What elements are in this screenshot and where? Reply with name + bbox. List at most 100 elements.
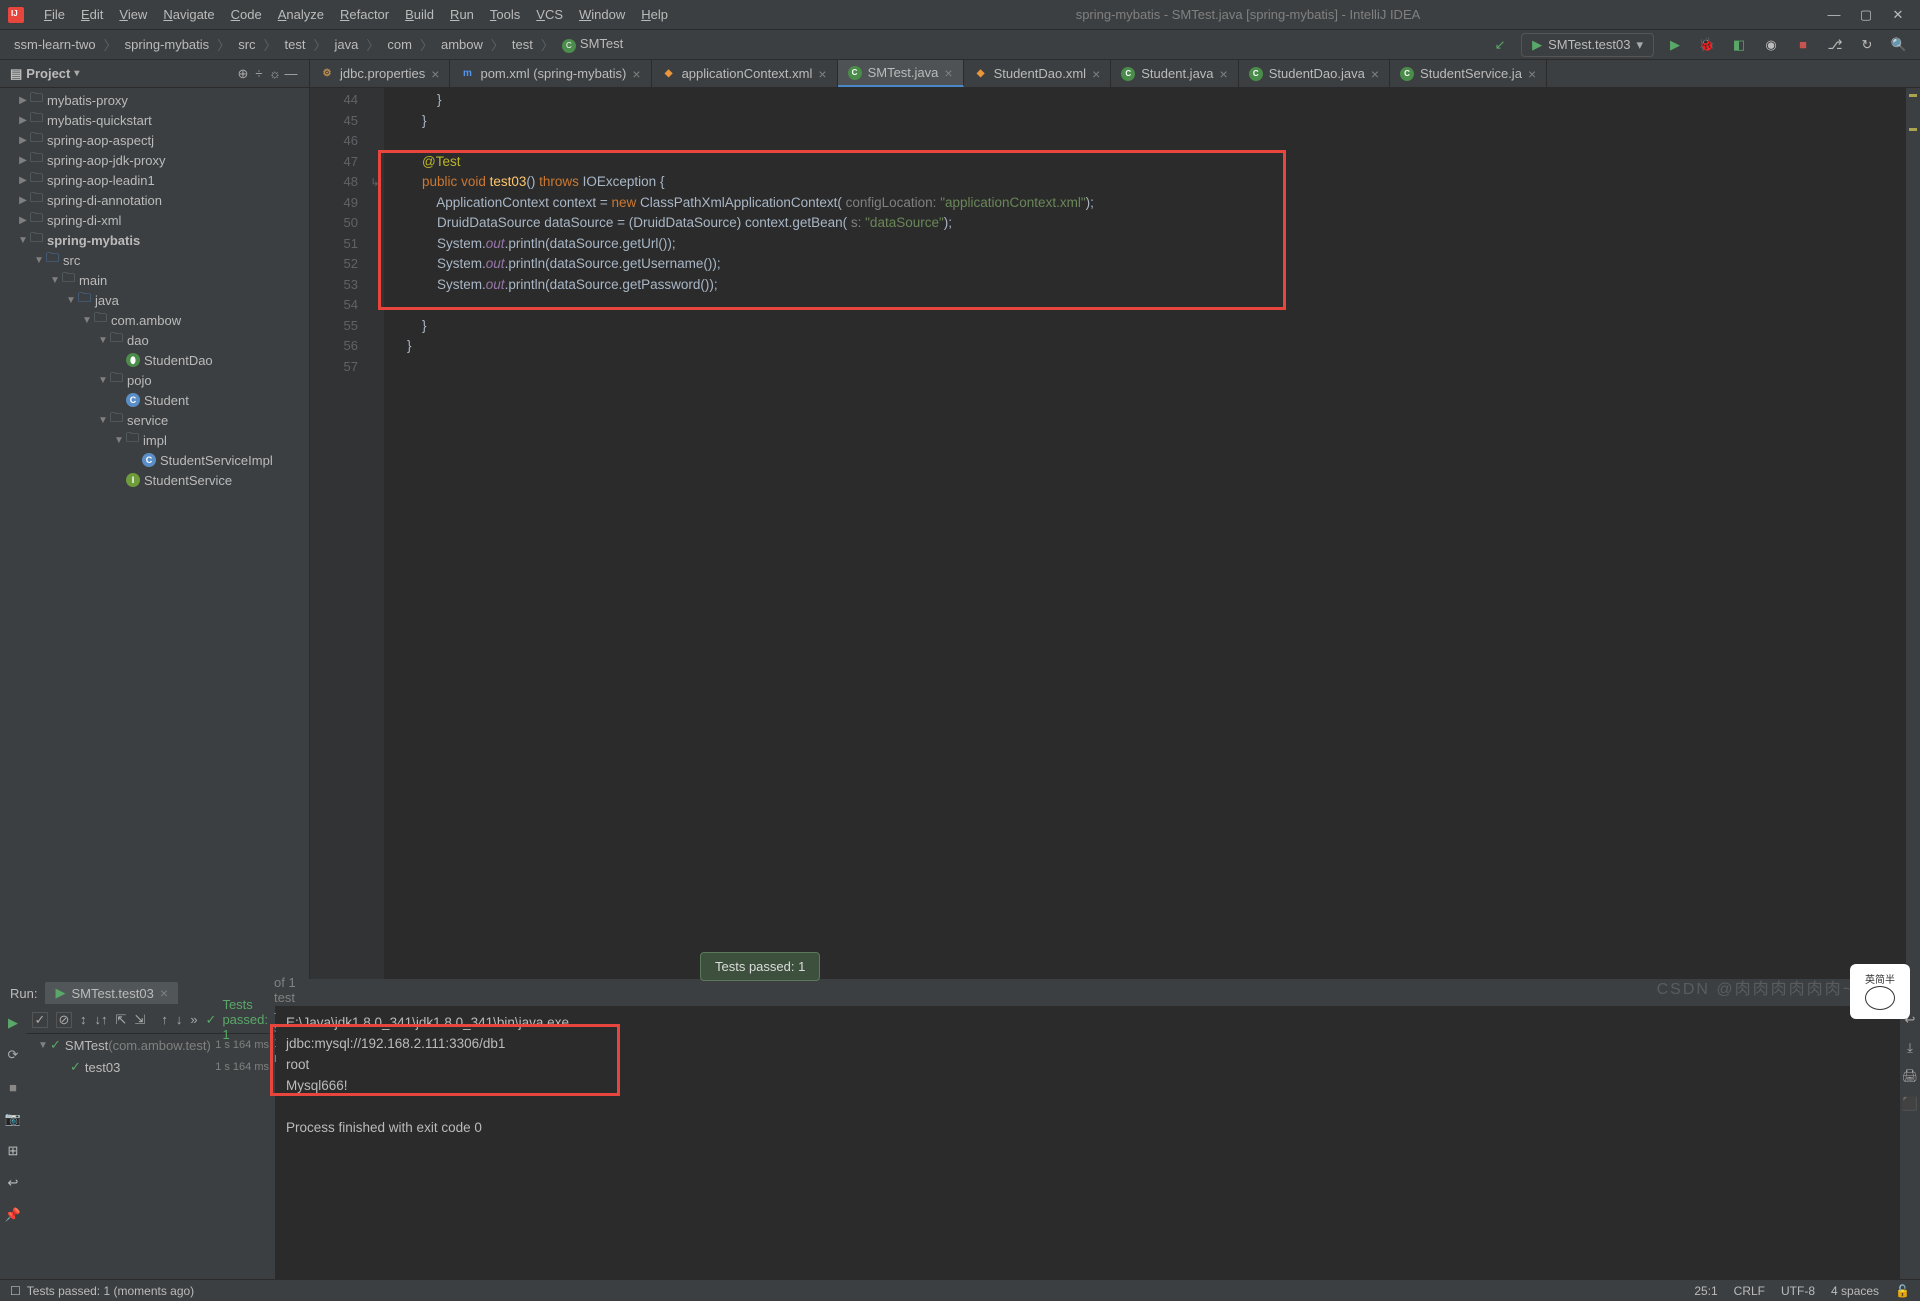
profile-button[interactable]: ◉ — [1760, 34, 1782, 56]
stop-button[interactable]: ■ — [1792, 34, 1814, 56]
close-tab-icon[interactable]: × — [1528, 66, 1536, 82]
editor-scrollbar[interactable] — [1906, 88, 1920, 979]
crumb-java[interactable]: java — [331, 35, 363, 54]
close-tab-icon[interactable]: × — [1371, 66, 1379, 82]
line-separator[interactable]: CRLF — [1734, 1284, 1765, 1298]
toggle-auto-test-icon[interactable]: ⟳ — [2, 1044, 24, 1066]
close-tab-icon[interactable]: × — [632, 66, 640, 82]
caret-position[interactable]: 25:1 — [1694, 1284, 1717, 1298]
menu-window[interactable]: Window — [571, 3, 633, 26]
close-tab-icon[interactable]: × — [944, 65, 952, 81]
menu-help[interactable]: Help — [633, 3, 676, 26]
build-icon[interactable]: ↙ — [1489, 34, 1511, 56]
tree-item[interactable]: CStudentServiceImpl — [0, 450, 309, 470]
tree-item[interactable]: CStudent — [0, 390, 309, 410]
tree-item[interactable]: ▶🗀spring-aop-aspectj — [0, 130, 309, 150]
close-tab-icon[interactable]: × — [818, 66, 826, 82]
icon-gutter[interactable]: ↳ — [366, 88, 384, 979]
search-everywhere-button[interactable]: 🔍 — [1888, 34, 1910, 56]
tree-item[interactable]: ▼🗀com.ambow — [0, 310, 309, 330]
readonly-icon[interactable]: 🔓 — [1895, 1284, 1910, 1298]
crumb-ssm-learn-two[interactable]: ssm-learn-two — [10, 35, 100, 54]
project-tree[interactable]: ▶🗀mybatis-proxy▶🗀mybatis-quickstart▶🗀spr… — [0, 88, 309, 979]
run-configuration-selector[interactable]: ▶ SMTest.test03 ▾ — [1521, 33, 1654, 57]
indent-settings[interactable]: 4 spaces — [1831, 1284, 1879, 1298]
menu-analyze[interactable]: Analyze — [270, 3, 332, 26]
menu-vcs[interactable]: VCS — [528, 3, 571, 26]
editor-tab[interactable]: CStudent.java× — [1111, 60, 1238, 87]
line-number-gutter[interactable]: 4445464748495051525354555657 — [310, 88, 366, 979]
maximize-button[interactable]: ▢ — [1852, 5, 1880, 25]
tree-item[interactable]: ▼🗀spring-mybatis — [0, 230, 309, 250]
debug-button[interactable]: 🐞 — [1696, 34, 1718, 56]
coverage-button[interactable]: ◧ — [1728, 34, 1750, 56]
close-tab-icon[interactable]: × — [1092, 66, 1100, 82]
tree-item[interactable]: ▶🗀mybatis-proxy — [0, 90, 309, 110]
menu-tools[interactable]: Tools — [482, 3, 528, 26]
close-tab-icon[interactable]: × — [431, 66, 439, 82]
tree-item[interactable]: ▼🗀dao — [0, 330, 309, 350]
crumb-test[interactable]: test — [281, 35, 310, 54]
tree-item[interactable]: IStudentService — [0, 470, 309, 490]
pin-icon[interactable]: 📌 — [2, 1204, 24, 1226]
tree-item[interactable]: ▶🗀spring-di-annotation — [0, 190, 309, 210]
select-opened-file-icon[interactable]: ⊕ — [235, 66, 251, 82]
tree-item[interactable]: ▼🗀service — [0, 410, 309, 430]
code-editor[interactable]: } } @Test public void test03() throws IO… — [384, 88, 1906, 979]
rerun-button[interactable]: ▶ — [2, 1012, 24, 1034]
print-icon[interactable]: 🖨 — [1902, 1068, 1918, 1084]
editor-tab[interactable]: CStudentService.ja× — [1390, 60, 1547, 87]
editor-tab[interactable]: mpom.xml (spring-mybatis)× — [450, 60, 651, 87]
project-panel-title[interactable]: ▤Project▾ — [10, 66, 235, 82]
menu-refactor[interactable]: Refactor — [332, 3, 397, 26]
close-button[interactable]: ✕ — [1884, 5, 1912, 25]
editor-tab[interactable]: ⚙jdbc.properties× — [310, 60, 450, 87]
tree-item[interactable]: ▼🗀impl — [0, 430, 309, 450]
editor-tab[interactable]: CSMTest.java× — [838, 60, 964, 87]
close-tab-icon[interactable]: × — [1220, 66, 1228, 82]
sort2-icon[interactable]: ↓↑ — [95, 1012, 108, 1028]
tree-item[interactable]: ▶🗀mybatis-quickstart — [0, 110, 309, 130]
crumb-SMTest[interactable]: CSMTest — [558, 34, 627, 55]
prev-icon[interactable]: ↑ — [161, 1012, 168, 1028]
layout-icon[interactable]: ⊞ — [2, 1140, 24, 1162]
tree-item[interactable]: ▼🗀src — [0, 250, 309, 270]
stop-run-button[interactable]: ■ — [2, 1076, 24, 1098]
expand-all-icon[interactable]: ÷ — [251, 66, 267, 82]
minimize-button[interactable]: — — [1820, 5, 1848, 25]
crumb-src[interactable]: src — [234, 35, 259, 54]
run-button[interactable]: ▶ — [1664, 34, 1686, 56]
show-passed-icon[interactable]: ✓ — [32, 1012, 48, 1028]
menu-run[interactable]: Run — [442, 3, 482, 26]
hide-panel-icon[interactable]: — — [283, 66, 299, 82]
sort-icon[interactable]: ↕ — [80, 1012, 87, 1028]
file-encoding[interactable]: UTF-8 — [1781, 1284, 1815, 1298]
dump-icon[interactable]: 📷 — [2, 1108, 24, 1130]
restore-layout-icon[interactable]: ↩ — [2, 1172, 24, 1194]
tree-item[interactable]: ⬮StudentDao — [0, 350, 309, 370]
tree-item[interactable]: ▼🗀pojo — [0, 370, 309, 390]
crumb-spring-mybatis[interactable]: spring-mybatis — [121, 35, 214, 54]
tree-item[interactable]: ▼🗀java — [0, 290, 309, 310]
crumb-test[interactable]: test — [508, 35, 537, 54]
update-button[interactable]: ↻ — [1856, 34, 1878, 56]
tree-item[interactable]: ▶🗀spring-di-xml — [0, 210, 309, 230]
run-tab[interactable]: ▶ SMTest.test03 × — [45, 982, 178, 1004]
collapse-icon[interactable]: ⇲ — [134, 1012, 145, 1028]
crumb-com[interactable]: com — [383, 35, 416, 54]
clear-icon[interactable]: ⬛ — [1902, 1096, 1918, 1112]
tree-item[interactable]: ▶🗀spring-aop-leadin1 — [0, 170, 309, 190]
console-output[interactable]: E:\Java\jdk1.8.0_341\jdk1.8.0_341\bin\ja… — [276, 1006, 1900, 1279]
export-icon[interactable]: » — [190, 1012, 197, 1028]
expand-icon[interactable]: ⇱ — [116, 1012, 127, 1028]
tree-item[interactable]: ▼🗀main — [0, 270, 309, 290]
menu-build[interactable]: Build — [397, 3, 442, 26]
collapse-all-icon[interactable]: ☼ — [267, 66, 283, 82]
crumb-ambow[interactable]: ambow — [437, 35, 487, 54]
menu-edit[interactable]: Edit — [73, 3, 111, 26]
menu-navigate[interactable]: Navigate — [155, 3, 222, 26]
menu-file[interactable]: File — [36, 3, 73, 26]
git-button[interactable]: ⎇ — [1824, 34, 1846, 56]
tree-item[interactable]: ▶🗀spring-aop-jdk-proxy — [0, 150, 309, 170]
editor-tab[interactable]: CStudentDao.java× — [1239, 60, 1390, 87]
